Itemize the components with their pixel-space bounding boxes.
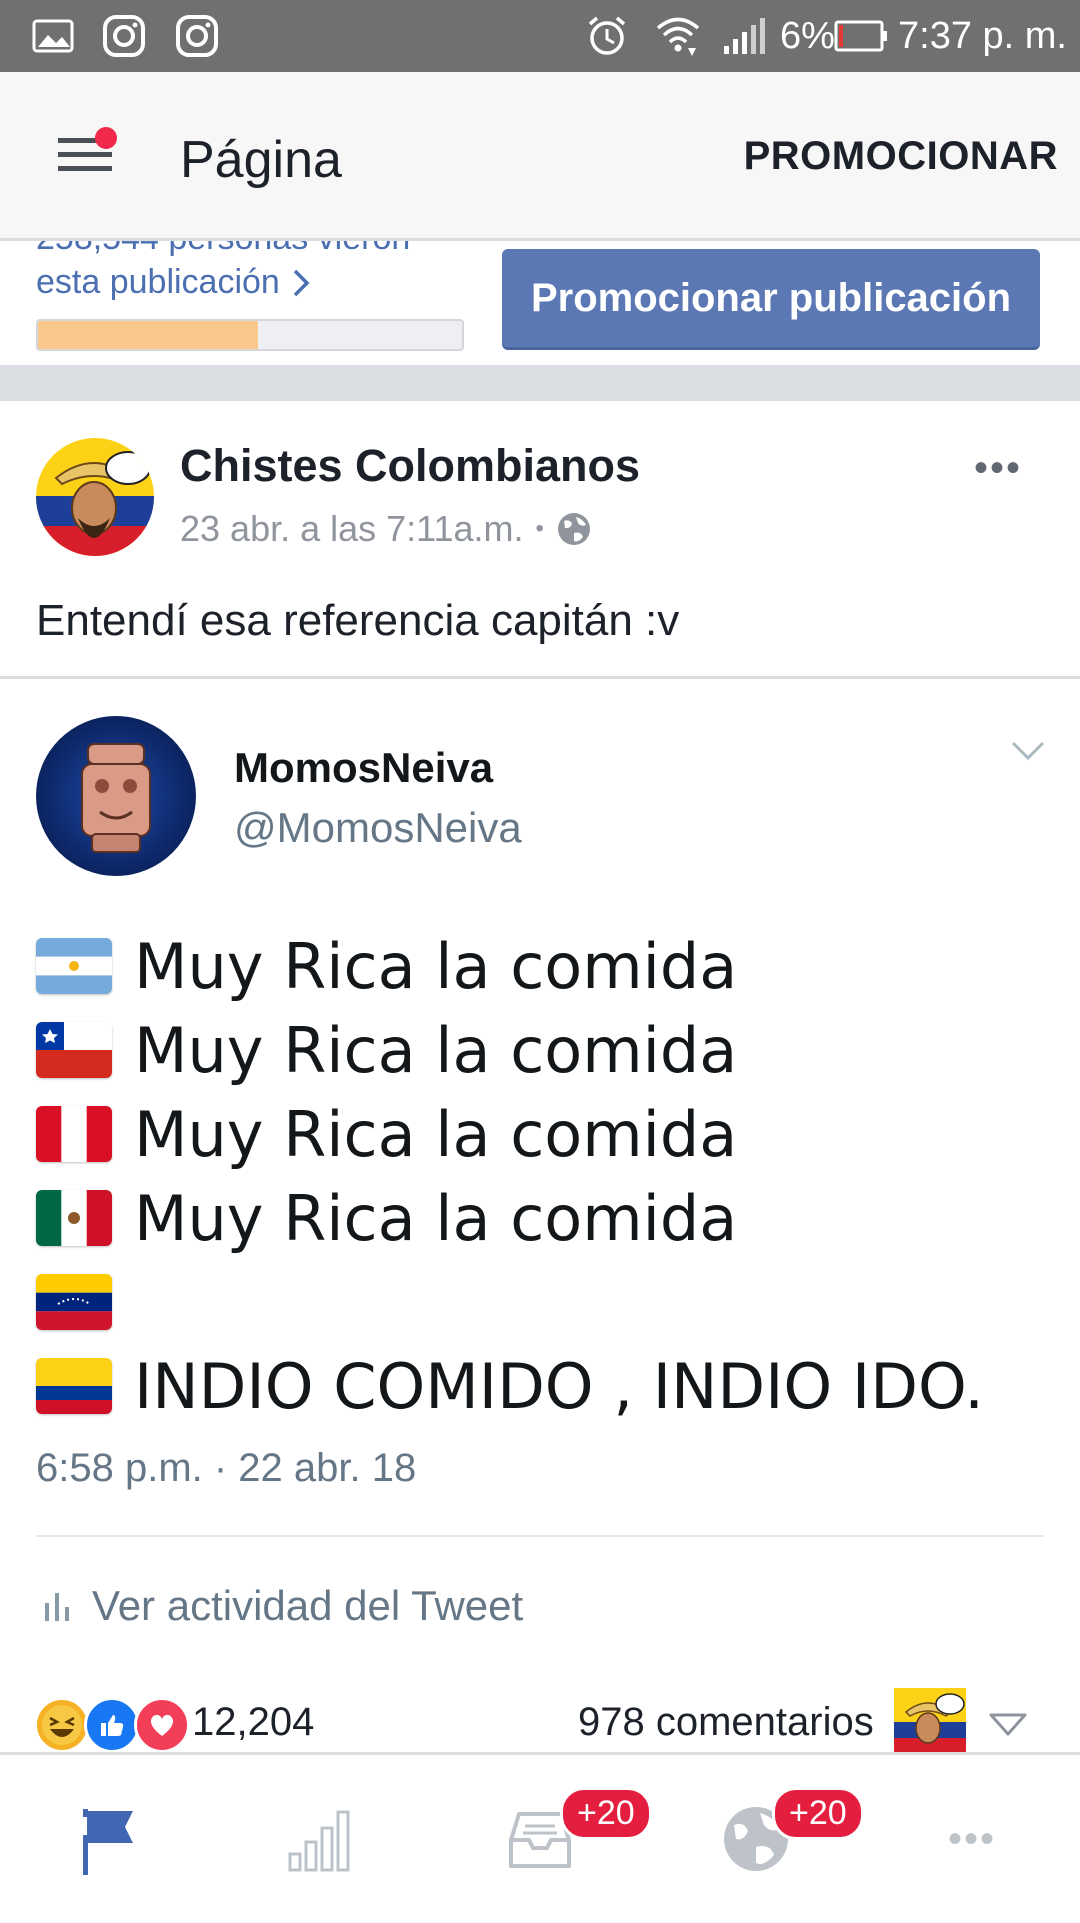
caret-down-icon[interactable]: [988, 1712, 1028, 1743]
comments-count[interactable]: 978 comentarios: [578, 1700, 874, 1745]
tweet-line: Muy Rica la comida: [36, 1008, 984, 1092]
tweet-line-text: Muy Rica la comida: [134, 929, 738, 1003]
hamburger-menu-icon[interactable]: [56, 124, 126, 189]
tweet-activity: Ver actividad del Tweet: [44, 1582, 523, 1630]
battery-icon: [834, 0, 888, 72]
section-separator: [0, 365, 1080, 401]
nav-notifications[interactable]: +20: [648, 1755, 864, 1923]
reach-progress-bar: [36, 319, 464, 351]
tweet-line-text: INDIO COMIDO , INDIO IDO.: [134, 1349, 984, 1423]
page-name[interactable]: Chistes Colombianos: [180, 440, 640, 492]
globe-icon: [557, 513, 590, 545]
like-reaction-icon: [84, 1697, 140, 1753]
haha-reaction-icon: [34, 1697, 90, 1753]
nav-insights[interactable]: [216, 1755, 432, 1923]
instagram-icon: [175, 0, 219, 72]
nav-page[interactable]: [0, 1755, 216, 1923]
reach-link-label: esta publicación: [36, 263, 280, 301]
tweet-line: [36, 1260, 984, 1344]
reaction-icons[interactable]: [34, 1697, 190, 1753]
tweet-author-handle: @MomosNeiva: [234, 804, 522, 851]
tweet-line: Muy Rica la comida: [36, 1092, 984, 1176]
tweet-timestamp: 6:58 p.m. · 22 abr. 18: [36, 1446, 417, 1490]
status-bar: 6% 7:37 p. m.: [0, 0, 1080, 72]
page-avatar[interactable]: [36, 438, 154, 556]
chile-flag-icon: [36, 1022, 112, 1078]
post-meta: 23 abr. a las 7:11a.m. •: [180, 508, 592, 550]
reach-progress-fill: [38, 321, 259, 349]
tweet-line-text: Muy Rica la comida: [134, 1181, 738, 1255]
meta-separator: •: [535, 515, 544, 542]
colombia-flag-icon: [36, 1358, 112, 1414]
tweet-avatar: [36, 716, 196, 876]
post-options-icon[interactable]: •••: [974, 446, 1022, 491]
tweet-body: Muy Rica la comida Muy Rica la comida Mu…: [36, 924, 984, 1428]
chevron-right-icon: [293, 269, 310, 296]
flag-icon: [83, 1809, 133, 1875]
peru-flag-icon: [36, 1106, 112, 1162]
chevron-down-icon: [1010, 740, 1046, 767]
nav-more[interactable]: •••: [864, 1755, 1080, 1923]
reaction-count[interactable]: 12,204: [192, 1700, 314, 1745]
venezuela-flag-icon: [36, 1274, 112, 1330]
mexico-flag-icon: [36, 1190, 112, 1246]
inbox-badge: +20: [560, 1787, 652, 1840]
tweet-line: Muy Rica la comida: [36, 924, 984, 1008]
reach-strip: 258,544 personas vieron esta publicación…: [0, 241, 1080, 365]
bottom-navigation: +20 +20 •••: [0, 1752, 1080, 1923]
tweet-activity-label: Ver actividad del Tweet: [92, 1582, 524, 1629]
alarm-icon: [585, 0, 629, 72]
notifications-badge: +20: [772, 1787, 864, 1840]
clock: 7:37 p. m.: [898, 14, 1067, 57]
tweet-line: INDIO COMIDO , INDIO IDO.: [36, 1344, 984, 1428]
commenter-avatar: [894, 1688, 966, 1754]
instagram-icon: [102, 0, 146, 72]
insights-icon: [288, 1810, 350, 1872]
nav-inbox[interactable]: +20: [432, 1755, 652, 1923]
argentina-flag-icon: [36, 938, 112, 994]
promote-button[interactable]: PROMOCIONAR: [744, 134, 1058, 179]
signal-icon: [722, 0, 766, 72]
reach-count: 258,544 personas vieron: [36, 241, 410, 258]
tweet-author-name: MomosNeiva: [234, 744, 494, 791]
reach-link[interactable]: esta publicación: [36, 263, 310, 302]
post-divider: [0, 676, 1080, 679]
post-text: Entendí esa referencia capitán :v: [36, 596, 680, 645]
tweet-divider: [36, 1535, 1044, 1537]
battery-percent: 6%: [780, 14, 835, 57]
love-reaction-icon: [134, 1697, 190, 1753]
gallery-icon: [32, 0, 74, 72]
tweet-line-text: Muy Rica la comida: [134, 1013, 738, 1087]
post-date[interactable]: 23 abr. a las 7:11a.m.: [180, 508, 524, 550]
wifi-icon: [655, 0, 701, 72]
bar-chart-icon: [45, 1593, 69, 1621]
tweet-line-text: Muy Rica la comida: [134, 1097, 738, 1171]
promote-post-button[interactable]: Promocionar publicación: [502, 249, 1040, 350]
page-title: Página: [180, 131, 342, 189]
top-app-bar: Página PROMOCIONAR: [0, 72, 1080, 241]
tweet-line: Muy Rica la comida: [36, 1176, 984, 1260]
